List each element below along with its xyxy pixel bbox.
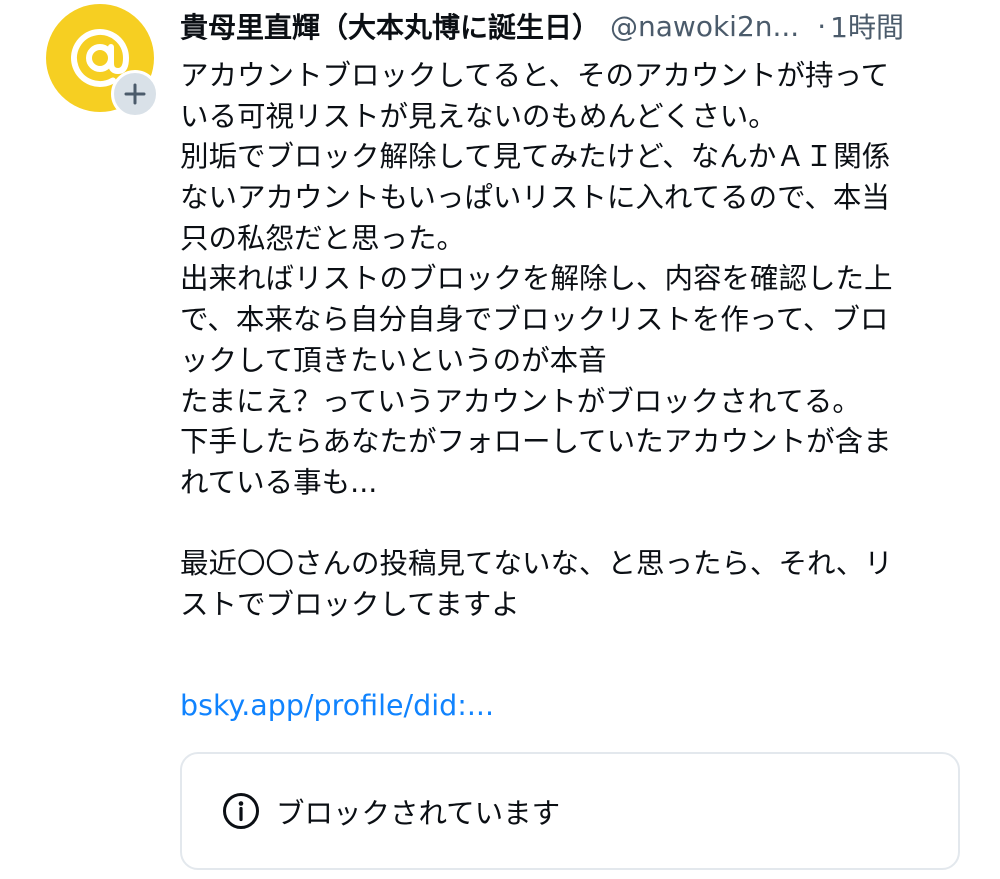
follow-button[interactable] bbox=[111, 70, 159, 118]
author-display-name[interactable]: 貴母里直輝（大本丸博に誕生日） bbox=[180, 6, 600, 46]
post-text-line: で、本来なら自分自身でブロックリストを作って、ブロ bbox=[180, 303, 889, 337]
post-timestamp[interactable]: 1時間 bbox=[830, 6, 904, 46]
post-text-line: ックして頂きたいというのが本音 bbox=[180, 343, 607, 377]
post-text-line: 只の私怨だと思った。 bbox=[180, 221, 466, 255]
post-link[interactable]: bsky.app/profile/did:... bbox=[180, 686, 494, 726]
post-text-line: 別垢でブロック解除して見てみたけど、なんかＡＩ関係 bbox=[180, 140, 891, 174]
post-text-line: 出来ればリストのブロックを解除し、内容を確認した上 bbox=[180, 262, 893, 296]
author-handle[interactable]: @nawoki2n... bbox=[610, 10, 799, 43]
plus-icon bbox=[124, 83, 146, 105]
separator-dot: · bbox=[817, 9, 827, 43]
info-icon bbox=[222, 792, 260, 830]
post-text-line: いる可視リストが見えないのもめんどくさい。 bbox=[180, 99, 777, 133]
post-header: 貴母里直輝（大本丸博に誕生日） @nawoki2n... · 1時間 bbox=[180, 4, 980, 48]
blocked-embed-card[interactable]: ブロックされています bbox=[180, 752, 960, 870]
post-text-line: れている事も... bbox=[180, 465, 378, 499]
post-text-line: 下手したらあなたがフォローしていたアカウントが含ま bbox=[180, 425, 892, 459]
post-item[interactable]: 貴母里直輝（大本丸博に誕生日） @nawoki2n... · 1時間 アカウント… bbox=[0, 0, 1000, 879]
post-text-line: 最近〇〇さんの投稿見てないな、と思ったら、それ、リ bbox=[180, 547, 893, 581]
post-text-line: ストでブロックしてますよ bbox=[180, 587, 520, 621]
blocked-label: ブロックされています bbox=[276, 796, 561, 830]
post-text-line bbox=[180, 504, 970, 545]
post-text: アカウントブロックしてると、そのアカウントが持って いる可視リストが見えないのも… bbox=[180, 56, 970, 626]
post-text-line: ないアカウントもいっぱいリストに入れてるので、本当 bbox=[180, 181, 890, 215]
post-text-line: たまにえ？っていうアカウントがブロックされてる。 bbox=[180, 384, 861, 418]
post-text-line: アカウントブロックしてると、そのアカウントが持って bbox=[180, 59, 890, 92]
